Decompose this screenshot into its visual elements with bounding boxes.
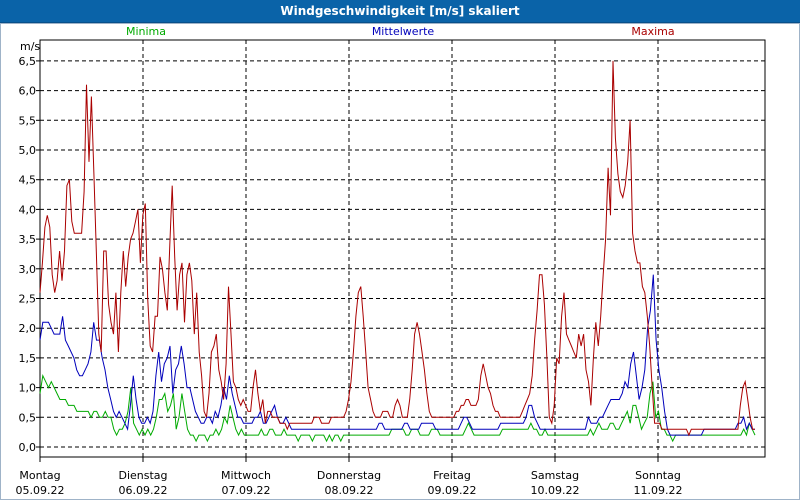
- x-tick-date: 05.09.22: [16, 484, 65, 497]
- y-tick-label: 4,5: [19, 174, 37, 187]
- y-tick-label: 5,0: [19, 144, 37, 157]
- x-tick-day: Samstag: [531, 469, 579, 482]
- y-tick-label: 5,5: [19, 114, 37, 127]
- x-tick-date: 10.09.22: [531, 484, 580, 497]
- x-tick-day: Donnerstag: [317, 469, 381, 482]
- y-axis-unit: m/s: [20, 40, 40, 53]
- x-tick-date: 11.09.22: [634, 484, 683, 497]
- wind-speed-chart: 0,0 0,5 1,0 1,5 2,0 2,5 3,0 3,5 4,0 4,5 5,0 5,5 6,0 6…: [16, 25, 766, 497]
- y-tick-label: 6,0: [19, 85, 37, 98]
- y-tick-label: 1,0: [19, 382, 37, 395]
- x-tick-date: 08.09.22: [325, 484, 374, 497]
- x-tick-day: Freitag: [433, 469, 471, 482]
- x-tick-day: Sonntag: [635, 469, 681, 482]
- series-line-minima: [39, 374, 756, 443]
- series-lines: [39, 60, 756, 443]
- x-tick-date: 07.09.22: [222, 484, 271, 497]
- y-tick-label: 2,0: [19, 322, 37, 335]
- legend-minima: Minima: [126, 25, 166, 38]
- grid-lines: [40, 40, 765, 457]
- series-line-maxima: [39, 60, 755, 437]
- y-tick-label: 2,5: [19, 293, 37, 306]
- x-axis-ticks: Montag 05.09.22 Dienstag 06.09.22 Mittwoch 07…: [16, 457, 683, 497]
- legend-maxima: Maxima: [631, 25, 674, 38]
- y-tick-label: 3,5: [19, 233, 37, 246]
- y-axis-ticks: 0,0 0,5 1,0 1,5 2,0 2,5 3,0 3,5 4,0 4,5 5,0 5,5 6,0 6…: [19, 55, 40, 454]
- x-tick-day: Dienstag: [118, 469, 167, 482]
- x-tick-day: Montag: [19, 469, 60, 482]
- legend-mittelwerte: Mittelwerte: [372, 25, 435, 38]
- x-tick-day: Mittwoch: [221, 469, 271, 482]
- y-tick-label: 0,0: [19, 441, 37, 454]
- y-tick-label: 0,5: [19, 411, 37, 424]
- y-tick-label: 3,0: [19, 263, 37, 276]
- plot-area-border: [39, 39, 766, 458]
- y-tick-label: 6,5: [19, 55, 37, 68]
- y-tick-label: 1,5: [19, 352, 37, 365]
- x-tick-date: 09.09.22: [428, 484, 477, 497]
- y-tick-label: 4,0: [19, 203, 37, 216]
- x-tick-date: 06.09.22: [119, 484, 168, 497]
